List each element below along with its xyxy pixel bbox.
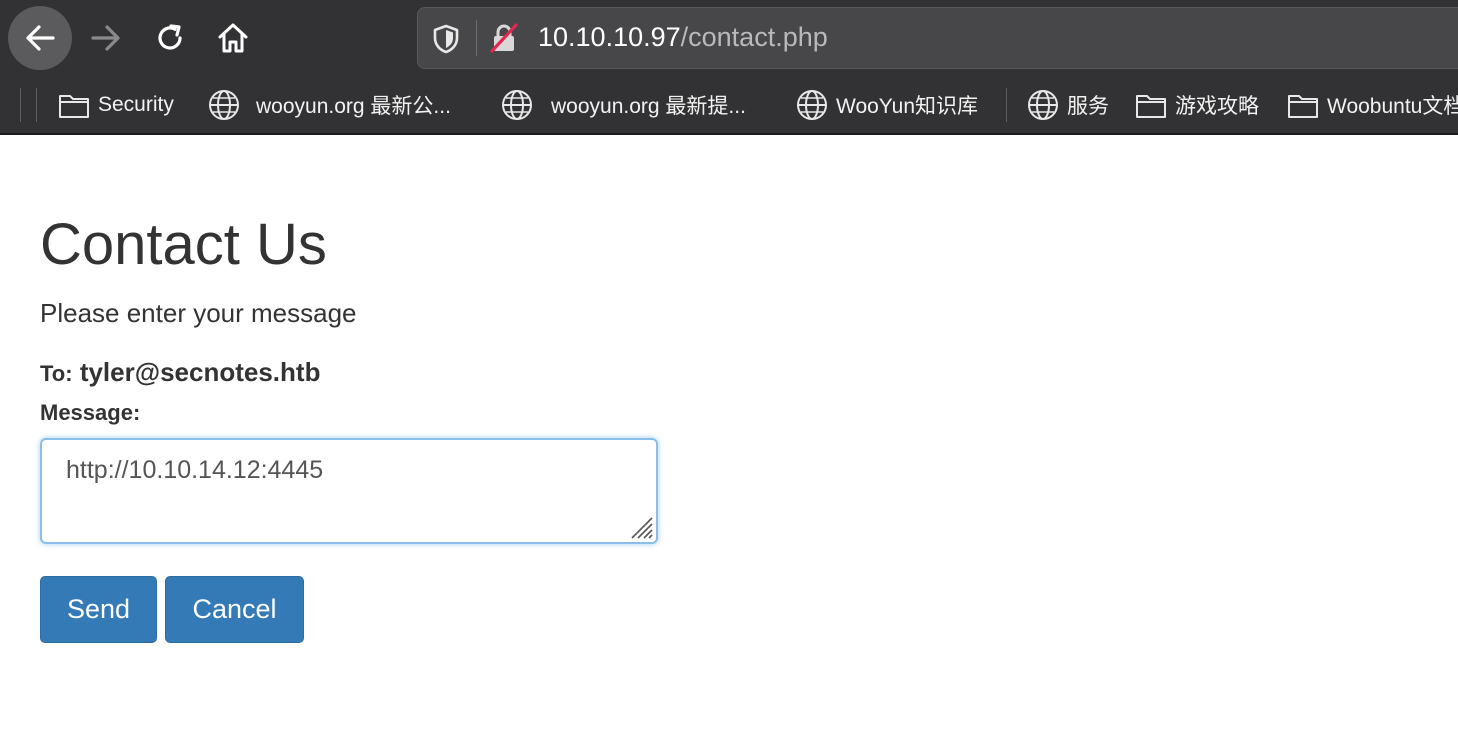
bookmark-label: wooyun.org 最新提... [551, 95, 746, 118]
insecure-lock-icon[interactable] [488, 22, 520, 54]
page-content: Contact Us Please enter your message To:… [0, 135, 1458, 756]
bookmark-label: Security [98, 93, 174, 116]
globe-icon [796, 90, 832, 120]
bookmarks-toolbar: Security wooyun.org 最新公... wooyun.org 最新… [0, 78, 1458, 135]
resize-grip-icon[interactable] [626, 512, 654, 540]
url-path: /contact.php [680, 22, 828, 52]
send-button[interactable]: Send [40, 576, 157, 643]
globe-icon [208, 90, 250, 120]
page-title: Contact Us [40, 212, 327, 277]
message-textarea[interactable]: http://10.10.14.12:4445 [40, 438, 658, 544]
forward-arrow-icon [91, 25, 120, 51]
globe-icon [1027, 90, 1061, 120]
shield-icon[interactable] [432, 24, 460, 54]
forward-button[interactable] [86, 18, 126, 58]
to-label: To: [40, 361, 73, 386]
bookmarks-divider [1006, 88, 1007, 122]
home-icon [218, 23, 248, 53]
bookmark-security[interactable]: Security [58, 88, 174, 122]
message-label: Message: [40, 400, 141, 425]
folder-icon [58, 90, 92, 120]
bookmark-label: 游戏攻略 [1175, 95, 1259, 118]
url-text[interactable]: 10.10.10.97/contact.php [538, 22, 828, 53]
bookmark-game-guides[interactable]: 游戏攻略 [1135, 88, 1259, 122]
recipient-line: To: tyler@secnotes.htb [40, 357, 320, 388]
folder-icon [1287, 90, 1321, 120]
bookmark-label: 服务 [1067, 95, 1109, 118]
folder-icon [1135, 90, 1169, 120]
back-button[interactable] [8, 6, 72, 70]
bookmark-label: wooyun.org 最新公... [256, 95, 451, 118]
bookmark-label: WooYun知识库 [836, 95, 979, 118]
bookmark-label: Woobuntu文档 [1327, 95, 1458, 118]
to-value: tyler@secnotes.htb [79, 357, 321, 387]
globe-icon [501, 90, 545, 120]
reload-button[interactable] [150, 18, 190, 58]
bookmark-wooyun-kb[interactable]: WooYun知识库 [796, 88, 978, 122]
bookmark-wooyun-public[interactable]: wooyun.org 最新公... [208, 88, 451, 122]
home-button[interactable] [213, 18, 253, 58]
bookmark-woobuntu-docs[interactable]: Woobuntu文档 [1287, 88, 1458, 122]
url-host: 10.10.10.97 [538, 22, 681, 52]
bookmark-wooyun-submit[interactable]: wooyun.org 最新提... [501, 88, 746, 122]
cancel-button[interactable]: Cancel [165, 576, 304, 643]
reload-icon [158, 24, 182, 50]
url-separator [476, 20, 477, 56]
address-bar[interactable]: 10.10.10.97/contact.php [417, 7, 1458, 69]
bookmarks-divider [36, 88, 37, 122]
bookmark-services[interactable]: 服务 [1027, 88, 1109, 122]
back-arrow-icon [26, 25, 55, 51]
page-subtitle: Please enter your message [40, 298, 357, 328]
browser-toolbar: 10.10.10.97/contact.php [0, 0, 1458, 78]
message-text: http://10.10.14.12:4445 [66, 456, 324, 484]
bookmarks-divider [20, 88, 21, 122]
